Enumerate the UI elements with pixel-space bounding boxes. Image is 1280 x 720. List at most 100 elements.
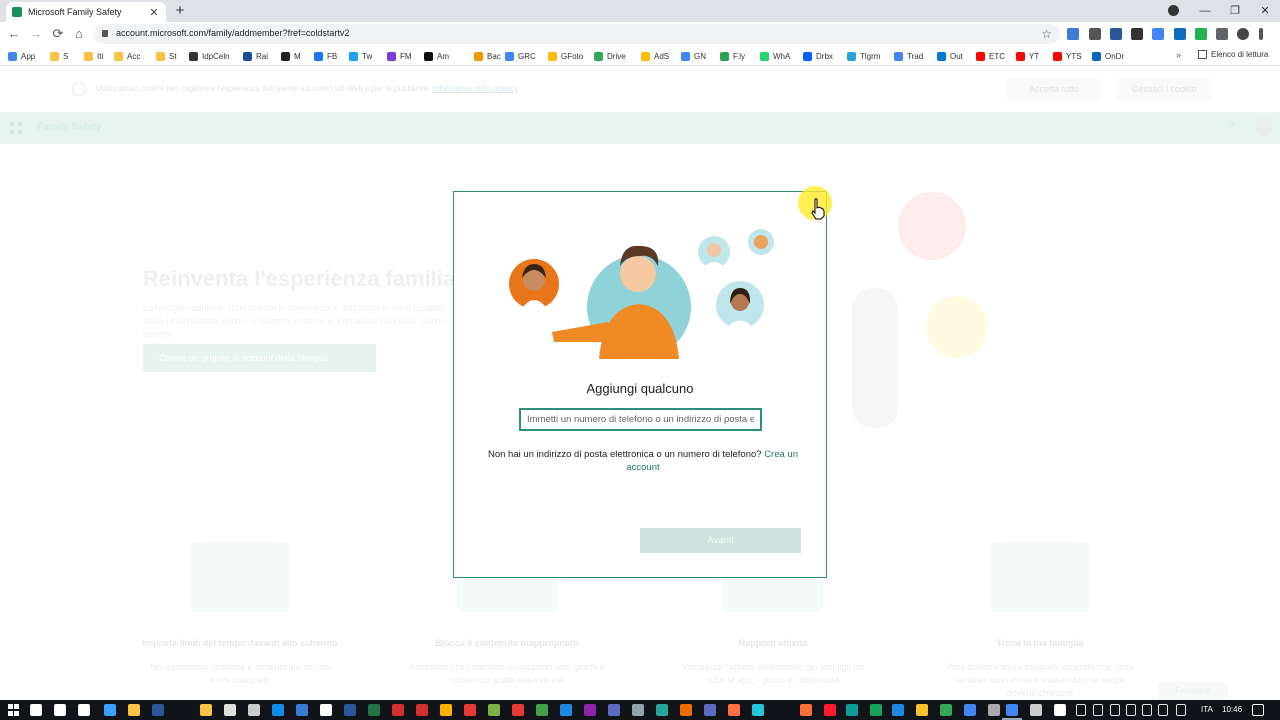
bookmark-item[interactable]: OnDr xyxy=(1092,50,1124,62)
app-icon[interactable] xyxy=(296,704,308,716)
app-icon[interactable] xyxy=(440,704,452,716)
app-icon[interactable] xyxy=(916,704,928,716)
create-family-button[interactable]: Creare un gruppo di account della famigl… xyxy=(143,344,376,372)
app-icon[interactable] xyxy=(608,704,620,716)
bookmark-star-icon[interactable]: ☆ xyxy=(1041,27,1052,41)
app-icon[interactable] xyxy=(320,704,332,716)
reload-button[interactable]: ⟳ xyxy=(50,26,66,42)
bookmark-item[interactable]: ETC xyxy=(976,50,1005,62)
phone-or-email-input[interactable] xyxy=(519,408,762,431)
bookmark-item[interactable]: Acc xyxy=(114,50,140,62)
bookmark-item[interactable]: Tw xyxy=(349,50,372,62)
browser-menu-icon[interactable] xyxy=(1259,28,1263,40)
bookmark-item[interactable]: Drive xyxy=(594,50,626,62)
lock-app-icon[interactable] xyxy=(224,704,236,716)
app-icon[interactable] xyxy=(656,704,668,716)
bookmark-item[interactable]: AdS xyxy=(641,50,669,62)
teamviewer-icon[interactable] xyxy=(272,704,284,716)
app-icon[interactable] xyxy=(680,704,692,716)
manage-cookies-button[interactable]: Gestisci i cookie xyxy=(1116,78,1212,100)
tab-search-icon[interactable] xyxy=(1168,5,1179,16)
bookmark-item[interactable]: YT xyxy=(1016,50,1039,62)
opera-icon[interactable] xyxy=(824,704,836,716)
privacy-link[interactable]: Informativa sulla privacy xyxy=(432,84,518,93)
minimize-button[interactable]: — xyxy=(1190,0,1220,22)
edge-icon[interactable] xyxy=(846,704,858,716)
next-button[interactable]: Avanti xyxy=(640,528,801,553)
bookmark-item[interactable]: GN xyxy=(681,50,706,62)
bookmark-item[interactable]: S xyxy=(50,50,68,62)
store-icon[interactable] xyxy=(104,704,116,716)
extension-calendar-icon[interactable] xyxy=(1110,28,1122,40)
bookmark-item[interactable]: FB xyxy=(314,50,337,62)
word-icon[interactable] xyxy=(152,704,164,716)
back-button[interactable]: ← xyxy=(6,26,22,42)
bookmark-item[interactable]: M xyxy=(281,50,301,62)
bookmark-item[interactable]: Drbx xyxy=(803,50,833,62)
chrome-active-icon[interactable] xyxy=(1006,704,1018,716)
bookmark-item[interactable]: GRC xyxy=(505,50,536,62)
tab-close-icon[interactable]: ✕ xyxy=(148,6,160,19)
bookmark-item[interactable]: Iti xyxy=(84,50,103,62)
extension-translate-icon[interactable] xyxy=(1152,28,1164,40)
explorer-icon[interactable] xyxy=(128,704,140,716)
security-icon[interactable] xyxy=(1054,704,1066,716)
forward-button[interactable]: → xyxy=(28,26,44,42)
account-avatar[interactable] xyxy=(1255,118,1273,136)
app-icon[interactable] xyxy=(512,704,524,716)
app-icon[interactable] xyxy=(728,704,740,716)
bookmark-item[interactable]: Tlgrm xyxy=(847,50,880,62)
app-launcher-icon[interactable] xyxy=(10,122,22,134)
window-close-button[interactable]: ✕ xyxy=(1250,0,1280,22)
language-indicator[interactable]: ITA xyxy=(1201,705,1213,714)
new-tab-button[interactable]: + xyxy=(172,3,188,19)
chrome-dev-icon[interactable] xyxy=(988,704,1000,716)
restore-button[interactable]: ❐ xyxy=(1220,0,1250,22)
bookmark-item[interactable]: Out xyxy=(937,50,963,62)
feedback-button[interactable]: Feedback xyxy=(1158,682,1228,700)
task-view-icon[interactable] xyxy=(78,704,90,716)
tray-chevron-icon[interactable] xyxy=(1076,704,1086,716)
profile-avatar-icon[interactable] xyxy=(1237,28,1249,40)
bookmark-item[interactable]: Rai xyxy=(243,50,268,62)
folder-icon[interactable] xyxy=(200,704,212,716)
pen-icon[interactable] xyxy=(1158,704,1168,716)
clock[interactable]: 10:46 xyxy=(1222,705,1242,714)
acrobat-icon[interactable] xyxy=(392,704,404,716)
edge-beta-icon[interactable] xyxy=(870,704,882,716)
bookmark-item[interactable]: WhA xyxy=(760,50,790,62)
extension-cast-icon[interactable] xyxy=(1131,28,1143,40)
extension-reader-icon[interactable] xyxy=(1174,28,1186,40)
app-icon[interactable] xyxy=(752,704,764,716)
volume-icon[interactable] xyxy=(1142,704,1152,716)
accept-cookies-button[interactable]: Accetta tutto xyxy=(1006,78,1102,100)
edge-dev-icon[interactable] xyxy=(892,704,904,716)
extension-screenshot-icon[interactable] xyxy=(1067,28,1079,40)
keyboard-icon[interactable] xyxy=(248,704,260,716)
pdf-icon[interactable] xyxy=(416,704,428,716)
bookmark-item[interactable]: Trad xyxy=(894,50,923,62)
chrome-beta-icon[interactable] xyxy=(964,704,976,716)
app-icon[interactable] xyxy=(464,704,476,716)
monitor-icon[interactable] xyxy=(1126,704,1136,716)
app-icon[interactable] xyxy=(584,704,596,716)
help-icon[interactable]: ? xyxy=(1228,120,1234,132)
extensions-puzzle-icon[interactable] xyxy=(1216,28,1228,40)
cortana-icon[interactable] xyxy=(54,704,66,716)
bookmarks-overflow-button[interactable]: » xyxy=(1176,50,1181,60)
app-icon[interactable] xyxy=(632,704,644,716)
bookmark-item[interactable]: F.ly xyxy=(720,50,745,62)
bookmark-item[interactable]: YTS xyxy=(1053,50,1082,62)
app-icon[interactable] xyxy=(536,704,548,716)
network-icon[interactable] xyxy=(1093,704,1103,716)
browser-tab[interactable]: Microsoft Family Safety ✕ xyxy=(6,2,166,22)
app-icon[interactable] xyxy=(704,704,716,716)
chrome-icon[interactable] xyxy=(940,704,952,716)
reading-list-button[interactable]: Elenco di lettura xyxy=(1198,50,1268,59)
settings-icon[interactable] xyxy=(1030,704,1042,716)
bookmark-item[interactable]: GFoto xyxy=(548,50,583,62)
bookmark-item[interactable]: FM xyxy=(387,50,412,62)
address-bar[interactable]: account.microsoft.com/family/addmember?f… xyxy=(94,24,1060,44)
bookmark-item[interactable]: IdpCeln xyxy=(189,50,230,62)
home-button[interactable]: ⌂ xyxy=(71,26,87,42)
